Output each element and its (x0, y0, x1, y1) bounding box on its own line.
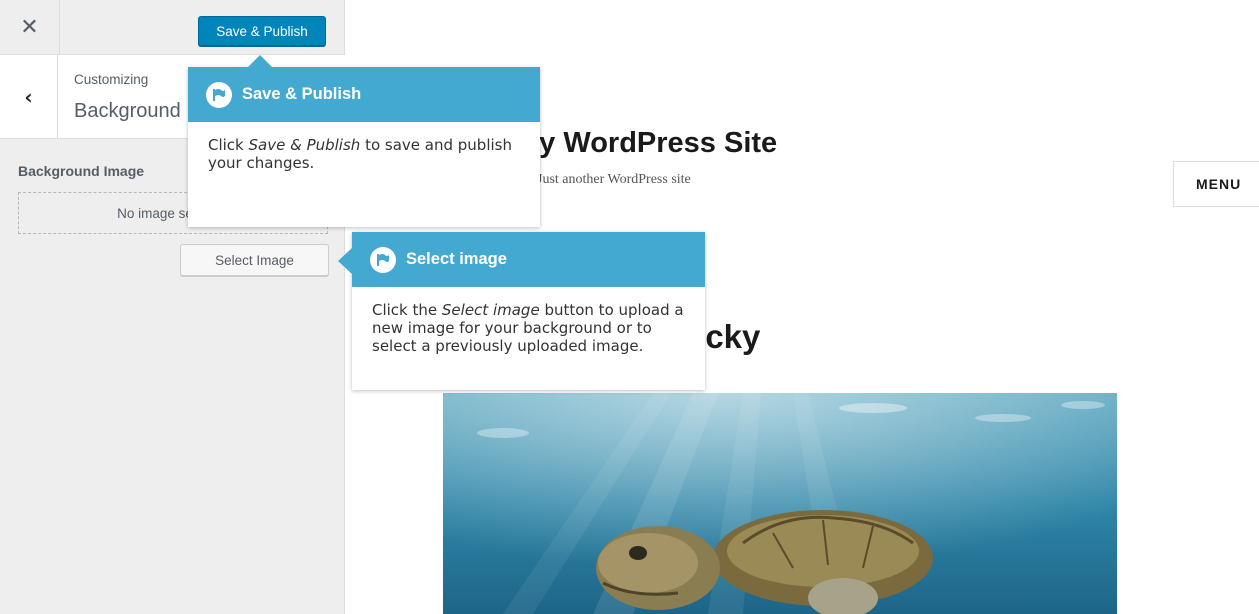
tooltip-body: Click the Select image button to upload … (352, 287, 705, 355)
flag-icon (206, 81, 232, 108)
site-tagline: Just another WordPress site (537, 172, 691, 187)
tooltip-emphasis: Save & Publish (248, 136, 361, 154)
tooltip-title: Select image (406, 250, 507, 268)
tooltip-arrow (338, 248, 352, 274)
save-publish-tooltip: Save & Publish Click Save & Publish to s… (188, 55, 540, 227)
flag-icon (370, 246, 396, 273)
background-image-label: Background Image (18, 163, 145, 179)
tooltip-header: Save & Publish (188, 67, 540, 122)
chevron-left-icon[interactable]: ‹ (0, 55, 58, 139)
select-image-button[interactable]: Select Image (180, 244, 329, 276)
tooltip-text: Click (208, 136, 249, 154)
menu-button[interactable]: MENU (1173, 161, 1259, 207)
tooltip-emphasis: Select image (441, 301, 540, 319)
customizer-header: ✕ Save & Publish (0, 0, 345, 55)
save-publish-button[interactable]: Save & Publish (198, 16, 326, 46)
site-title[interactable]: My WordPress Site (515, 127, 777, 160)
tooltip-title: Save & Publish (242, 85, 362, 103)
close-icon[interactable]: ✕ (0, 0, 60, 55)
select-image-tooltip: Select image Click the Select image butt… (338, 232, 705, 390)
tooltip-text: Click the (372, 301, 442, 319)
turtle-photo (443, 393, 1117, 614)
tooltip-arrow (248, 55, 272, 67)
featured-image (443, 393, 1117, 614)
tooltip-header: Select image (352, 232, 705, 287)
tooltip-body: Click Save & Publish to save and publish… (188, 122, 540, 172)
customizing-label: Customizing (74, 72, 149, 87)
